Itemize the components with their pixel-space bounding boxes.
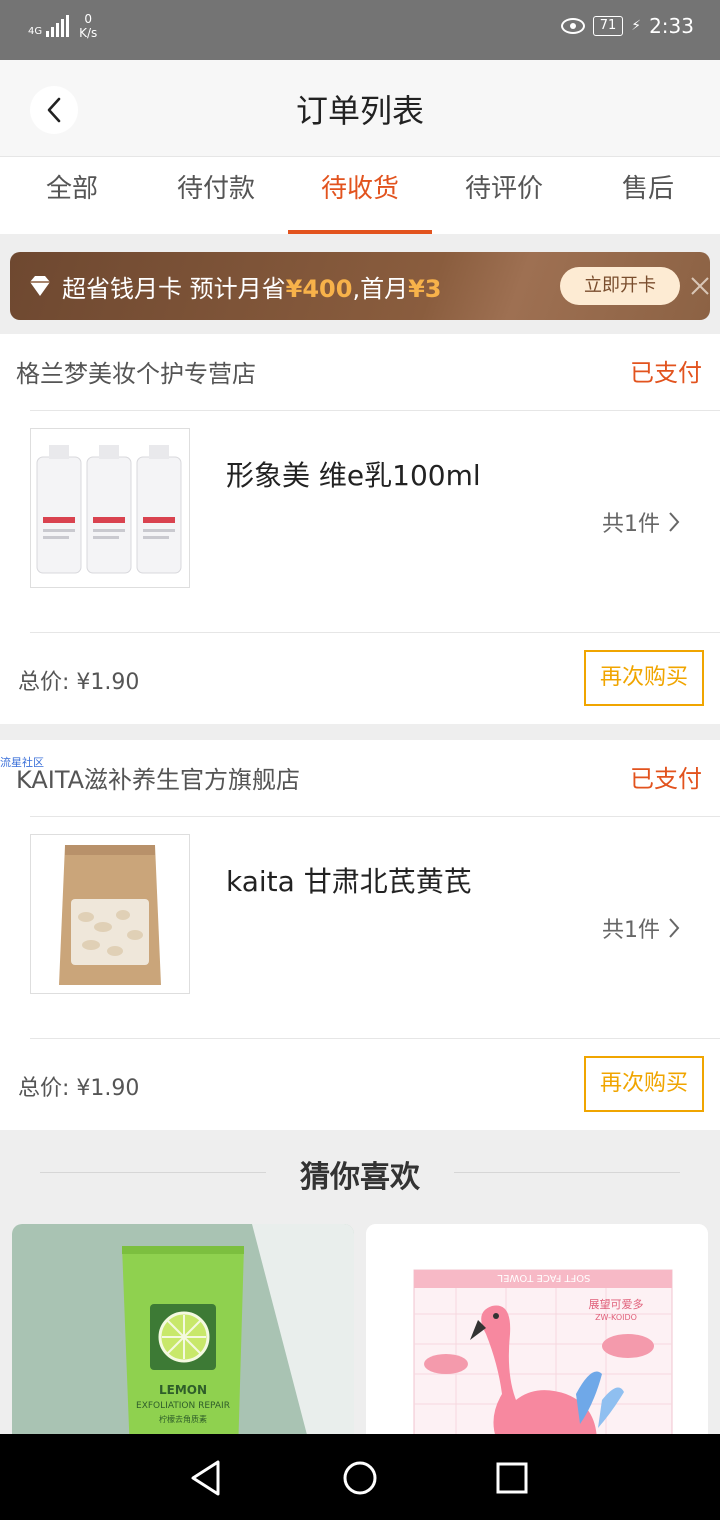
diamond-icon [30,276,50,296]
status-left: 4G 0 K/s [28,12,97,40]
lotion-bottles-image [36,445,182,574]
tab-pending-receipt[interactable]: 待收货 [288,157,432,234]
square-recents-icon [496,1462,528,1494]
order-status: 已支付 [630,765,702,793]
battery-icon: 71 [592,16,624,36]
divider [30,1038,720,1039]
shop-name[interactable]: 格兰梦美妆个护专营店 [16,354,256,389]
lemon-scrub-image: LEMON EXFOLIATION REPAIR 柠檬去角质素 [12,1224,354,1454]
network-speed-unit: K/s [79,26,98,40]
clock: 2:33 [649,14,694,38]
signal-icon: 4G [28,15,70,37]
promo-saving-amount: ¥400 [285,274,353,303]
app-header: 订单列表 [0,60,720,156]
system-navigation-bar [0,1434,720,1520]
tab-pending-payment[interactable]: 待付款 [144,157,288,234]
promo-text-first-month: ,首月 [352,274,409,303]
card-subtitle: EXFOLIATION REPAIR [136,1401,230,1411]
status-bar: 4G 0 K/s 71 ⚡ 2:33 [0,0,720,60]
product-name[interactable]: kaita 甘肃北芪黄芪 [226,860,472,900]
open-card-button[interactable]: 立即开卡 [560,267,680,305]
buy-again-button[interactable]: 再次购买 [584,650,704,706]
product-name[interactable]: 形象美 维e乳100ml [226,454,481,494]
item-count[interactable]: 共1件 [602,912,680,944]
watermark: 流星社区 [0,756,44,769]
network-type: 4G [28,26,43,37]
chevron-right-icon [669,918,680,938]
divider [30,410,720,411]
total-label: 总价: [18,670,70,695]
order-total: 总价: ¥1.90 [18,1070,139,1102]
product-image[interactable] [30,834,190,994]
eye-comfort-icon [560,18,585,34]
product-image[interactable] [30,428,190,588]
towel-brand-en: ZW-KOIDO [595,1313,637,1322]
charging-icon: ⚡ [631,18,642,34]
close-icon[interactable] [688,274,712,298]
status-right: 71 ⚡ 2:33 [560,14,694,38]
card-caption: 柠檬去角质素 [159,1414,207,1424]
total-price: ¥1.90 [76,670,140,695]
nav-home-button[interactable] [336,1454,384,1502]
section-divider [454,1172,680,1173]
tab-after-sales[interactable]: 售后 [576,157,720,234]
shop-name[interactable]: KAITA滋补养生官方旗舰店 [16,760,300,795]
order-card[interactable]: 格兰梦美妆个护专营店 已支付 形象美 维e乳100ml 共1件 总价: ¥1.9… [0,334,720,724]
recommend-card[interactable]: LEMON EXFOLIATION REPAIR 柠檬去角质素 [12,1224,354,1454]
item-count-label: 共1件 [602,918,660,943]
towel-brand-cn: 展望可爱多 [589,1297,644,1311]
item-count-label: 共1件 [602,512,660,537]
order-card[interactable]: KAITA滋补养生官方旗舰店 已支付 kaita 甘肃北芪黄芪 共1件 总价: … [0,740,720,1130]
divider [30,632,720,633]
order-total: 总价: ¥1.90 [18,664,139,696]
triangle-back-icon [191,1460,220,1496]
nav-recents-button[interactable] [488,1454,536,1502]
recommend-title: 猜你喜欢 [300,1160,420,1195]
tab-all[interactable]: 全部 [0,157,144,234]
order-tabs: 全部 待付款 待收货 待评价 售后 [0,156,720,234]
promo-first-month-price: ¥3 [408,274,442,303]
network-speed-value: 0 [84,12,93,26]
promo-text: 超省钱月卡 预计月省¥400,首月¥3 [62,269,441,304]
order-list-screen: 4G 0 K/s 71 ⚡ 2:33 订单列表 全部 待付款 待收货 待评价 售… [0,0,720,1520]
monthly-card-banner[interactable]: 超省钱月卡 预计月省¥400,首月¥3 立即开卡 [10,252,710,320]
total-label: 总价: [18,1076,70,1101]
network-speed: 0 K/s [79,12,97,40]
divider [30,816,720,817]
buy-again-button[interactable]: 再次购买 [584,1056,704,1112]
face-towel-box-image: SOFT FACE TOWEL 展望可爱多 ZW-KOIDO [366,1224,708,1454]
herb-bag-image [59,845,161,985]
total-price: ¥1.90 [76,1076,140,1101]
nav-back-button[interactable] [182,1454,230,1502]
tab-pending-review[interactable]: 待评价 [432,157,576,234]
chevron-right-icon [669,512,680,532]
towel-top-text: SOFT FACE TOWEL [497,1272,590,1283]
page-title: 订单列表 [295,92,424,130]
card-brand: LEMON [159,1383,207,1397]
order-status: 已支付 [630,359,702,387]
promo-text-main: 超省钱月卡 预计月省 [62,274,286,303]
item-count[interactable]: 共1件 [602,506,680,538]
circle-home-icon [343,1461,377,1495]
recommend-card[interactable]: SOFT FACE TOWEL 展望可爱多 ZW-KOIDO [366,1224,708,1454]
